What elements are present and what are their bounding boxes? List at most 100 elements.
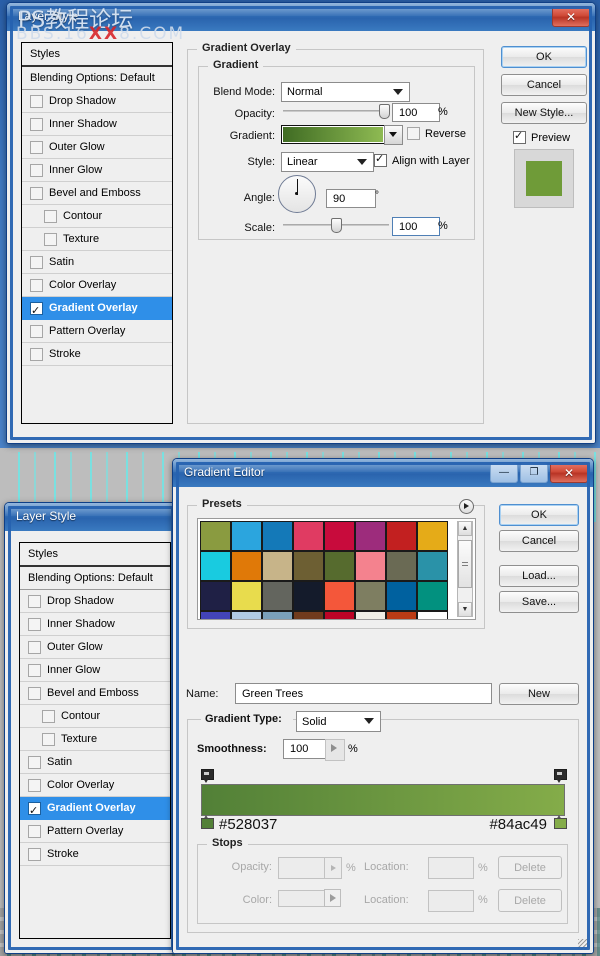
checkbox-box[interactable] [407,127,420,140]
style2-item-inner-glow[interactable]: Inner Glow [20,659,170,682]
color-stop-right[interactable] [554,815,567,829]
preset-swatch[interactable] [324,551,355,581]
style-item-pattern-overlay[interactable]: Pattern Overlay [22,320,172,343]
preset-swatch[interactable] [355,611,386,619]
checkbox-box[interactable] [374,152,387,167]
cancel-button[interactable]: Cancel [499,530,579,552]
checkbox-box[interactable] [44,232,57,246]
preset-swatch[interactable] [231,551,262,581]
preset-swatch[interactable] [386,611,417,619]
checkbox-box[interactable] [28,640,41,654]
preset-swatch[interactable] [355,521,386,551]
checkbox-box[interactable] [30,255,43,269]
smoothness-stepper[interactable] [325,739,345,761]
style2-item-inner-shadow[interactable]: Inner Shadow [20,613,170,636]
style-item-outer-glow[interactable]: Outer Glow [22,136,172,159]
opacity-stop-right[interactable] [554,769,567,783]
style-item-contour[interactable]: Contour [22,205,172,228]
checkbox-box[interactable] [30,163,43,177]
presets-swatch-grid[interactable] [200,521,448,619]
checkbox-box[interactable] [42,709,55,723]
gradient-dropdown-button[interactable] [384,125,403,145]
style2-item-satin[interactable]: Satin [20,751,170,774]
ok-button[interactable]: OK [501,46,587,68]
preset-swatch[interactable] [293,581,324,611]
preset-swatch[interactable] [231,581,262,611]
checkbox-box[interactable] [30,94,43,108]
style-item-gradient-overlay[interactable]: Gradient Overlay [22,297,172,322]
align-with-layer-checkbox[interactable]: Align with Layer [374,152,470,167]
preset-swatch[interactable] [293,611,324,619]
cancel-button[interactable]: Cancel [501,74,587,96]
presets-scrollbar[interactable]: ▲ ▼ [457,521,473,617]
preset-swatch[interactable] [293,551,324,581]
preset-swatch[interactable] [417,521,448,551]
blending-options-item[interactable]: Blending Options: Default [22,67,172,90]
layer-style-dialog[interactable]: Layer Style ✕ Styles Blending Options: D… [6,2,596,444]
presets-swatch-list[interactable]: ▲ ▼ [197,518,476,620]
layer-style-window-buttons[interactable]: ✕ [552,6,590,27]
preset-swatch[interactable] [386,581,417,611]
new-button[interactable]: New [499,683,579,705]
checkbox-box[interactable] [28,824,41,838]
checkbox-box[interactable] [42,732,55,746]
ok-button[interactable]: OK [499,504,579,526]
styles-list[interactable]: Styles Blending Options: Default Drop Sh… [21,42,173,424]
opacity-slider-knob[interactable] [379,104,390,119]
checkbox-box[interactable] [28,617,41,631]
maximize-icon[interactable]: ❐ [520,462,548,483]
gradient-type-select[interactable]: Solid [296,711,381,732]
checkbox-box[interactable] [30,324,43,338]
preset-swatch[interactable] [355,551,386,581]
style2-item-outer-glow[interactable]: Outer Glow [20,636,170,659]
checkbox-box[interactable] [30,300,43,322]
checkbox-box[interactable] [28,594,41,608]
checkbox-box[interactable] [30,140,43,154]
checkbox-box[interactable] [28,755,41,769]
scale-slider[interactable] [283,218,389,233]
preset-swatch[interactable] [386,551,417,581]
reverse-checkbox[interactable]: Reverse [407,127,466,140]
preset-swatch[interactable] [200,521,231,551]
checkbox-box[interactable] [30,347,43,361]
close-icon[interactable]: ✕ [550,462,588,483]
checkbox-box[interactable] [28,800,41,822]
save-button[interactable]: Save... [499,591,579,613]
style-item-color-overlay[interactable]: Color Overlay [22,274,172,297]
color-stop-left[interactable] [201,815,214,829]
preset-swatch[interactable] [324,521,355,551]
preset-swatch[interactable] [262,521,293,551]
scroll-down-icon[interactable]: ▼ [458,602,472,617]
gradient-strip[interactable] [201,784,565,816]
scrollbar-thumb[interactable] [458,540,472,588]
close-icon[interactable]: ✕ [552,6,590,27]
gradient-preview-bar[interactable] [281,125,385,144]
checkbox-box[interactable] [30,278,43,292]
style2-item-pattern-overlay[interactable]: Pattern Overlay [20,820,170,843]
style2-item-contour[interactable]: Contour [20,705,170,728]
checkbox-box[interactable] [28,686,41,700]
blending-options-item-2[interactable]: Blending Options: Default [20,567,170,590]
style-item-stroke[interactable]: Stroke [22,343,172,366]
style2-item-drop-shadow[interactable]: Drop Shadow [20,590,170,613]
checkbox-box[interactable] [30,186,43,200]
style2-item-texture[interactable]: Texture [20,728,170,751]
scale-slider-knob[interactable] [331,218,342,233]
preset-swatch[interactable] [262,581,293,611]
style2-item-color-overlay[interactable]: Color Overlay [20,774,170,797]
scale-input[interactable]: 100 [392,217,440,236]
preset-swatch[interactable] [417,581,448,611]
style-item-bevel-and-emboss[interactable]: Bevel and Emboss [22,182,172,205]
preset-swatch[interactable] [200,551,231,581]
layer-style-titlebar[interactable]: Layer Style ✕ [7,3,595,32]
load-button[interactable]: Load... [499,565,579,587]
minimize-icon[interactable]: — [490,462,518,483]
style-item-inner-shadow[interactable]: Inner Shadow [22,113,172,136]
checkbox-box[interactable] [30,117,43,131]
styles-list-2[interactable]: Styles Blending Options: Default Drop Sh… [19,542,171,939]
style-select[interactable]: Linear [281,152,374,172]
opacity-slider[interactable] [283,104,390,119]
style2-item-stroke[interactable]: Stroke [20,843,170,866]
preset-swatch[interactable] [262,551,293,581]
opacity-input[interactable]: 100 [392,103,440,122]
